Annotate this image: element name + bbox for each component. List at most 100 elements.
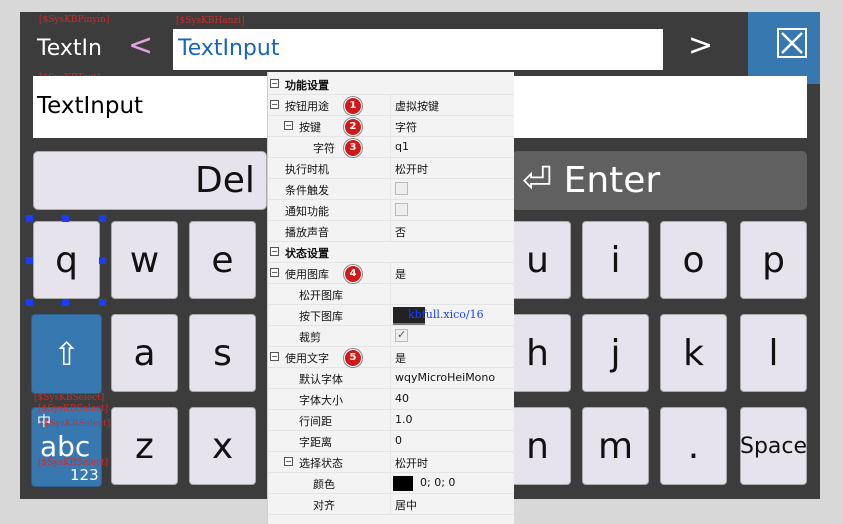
pinyin-label: TextIn [37, 36, 102, 61]
selection-handle[interactable] [99, 215, 106, 222]
collapse-toggle-icon[interactable]: − [270, 79, 279, 88]
key-q[interactable]: q [33, 221, 100, 299]
tag-select: [$SysKBSelect] [38, 458, 109, 468]
property-label: 颜色 [313, 478, 335, 491]
property-value[interactable]: 居中 [395, 497, 417, 513]
selection-handle[interactable] [26, 215, 33, 222]
key-x[interactable]: x [189, 407, 256, 485]
property-row[interactable]: 执行时机 松开时 [268, 158, 514, 179]
property-row[interactable]: − 按键 2 字符 [268, 116, 514, 137]
property-checkbox[interactable] [395, 182, 408, 195]
property-row[interactable]: 播放声音 否 [268, 221, 514, 242]
key-l[interactable]: l [740, 314, 807, 392]
collapse-toggle-icon[interactable]: − [284, 457, 293, 466]
property-row[interactable]: − 使用文字 5 是 [268, 347, 514, 368]
selection-handle[interactable] [62, 299, 69, 306]
property-row[interactable]: 裁剪 [268, 326, 514, 347]
key-z[interactable]: z [111, 407, 178, 485]
property-label: 通知功能 [285, 205, 329, 218]
tag-select: [$SysKBSelect] [40, 419, 111, 429]
collapse-toggle-icon[interactable]: − [284, 121, 293, 130]
property-row[interactable]: − 按钮用途 1 虚拟按键 [268, 95, 514, 116]
property-value[interactable]: 0 [395, 434, 402, 447]
property-row[interactable]: 通知功能 [268, 200, 514, 221]
collapse-toggle-icon[interactable]: − [270, 247, 279, 256]
property-row[interactable]: 字体大小 40 [268, 389, 514, 410]
property-row[interactable]: 松开图库 [268, 284, 514, 305]
key-i[interactable]: i [582, 221, 649, 299]
collapse-toggle-icon[interactable]: − [270, 268, 279, 277]
color-swatch[interactable] [393, 476, 413, 491]
selection-handle[interactable] [99, 257, 106, 264]
selection-handle[interactable] [26, 257, 33, 264]
column-divider [390, 347, 391, 367]
selection-handle[interactable] [99, 299, 106, 306]
key-o[interactable]: o [660, 221, 727, 299]
column-divider [390, 158, 391, 178]
key-j[interactable]: j [582, 314, 649, 392]
property-row[interactable]: 行间距 1.0 [268, 410, 514, 431]
property-row[interactable]: 按下图库 kbfull.xico/16 [268, 305, 514, 326]
property-label: 执行时机 [285, 163, 329, 176]
key-space[interactable]: Space [740, 407, 807, 485]
property-label: 字符 [313, 142, 335, 155]
property-row[interactable]: − 使用图库 4 是 [268, 263, 514, 284]
column-divider [390, 326, 391, 346]
column-divider [390, 179, 391, 199]
column-divider [390, 221, 391, 241]
property-value[interactable]: 是 [395, 266, 406, 282]
panel-section-header[interactable]: − 状态设置 [268, 242, 514, 263]
column-divider [390, 95, 391, 115]
key-w[interactable]: w [111, 221, 178, 299]
property-value[interactable]: 字符 [395, 119, 417, 135]
key-h[interactable]: h [504, 314, 571, 392]
property-row[interactable]: 字符 3 q1 [268, 137, 514, 158]
key-n[interactable]: n [504, 407, 571, 485]
close-icon[interactable] [777, 28, 807, 58]
key-a[interactable]: a [111, 314, 178, 392]
display-text: TextInput [37, 93, 144, 119]
key-p[interactable]: p [740, 221, 807, 299]
property-value[interactable]: 否 [395, 224, 406, 240]
tag-select: [$SysKBSelect] [34, 393, 105, 403]
key-s[interactable]: s [189, 314, 256, 392]
next-candidates-button[interactable]: > [688, 28, 713, 63]
shift-key[interactable]: ⇧ [31, 314, 102, 394]
property-value[interactable]: wqyMicroHeiMono [395, 371, 495, 384]
key-k[interactable]: k [660, 314, 727, 392]
prev-candidates-button[interactable]: < [128, 28, 153, 63]
column-divider [390, 137, 391, 157]
column-divider [390, 263, 391, 283]
property-row[interactable]: 默认字体 wqyMicroHeiMono [268, 368, 514, 389]
property-value[interactable]: 松开时 [395, 455, 428, 471]
property-row[interactable]: − 选择状态 松开时 [268, 452, 514, 473]
tag-select: [$SysKBSelect] [38, 404, 109, 414]
property-value[interactable]: 0; 0; 0 [420, 476, 455, 489]
collapse-toggle-icon[interactable]: − [270, 100, 279, 109]
key-period[interactable]: . [660, 407, 727, 485]
property-value[interactable]: 1.0 [395, 413, 413, 426]
property-checkbox[interactable] [395, 203, 408, 216]
property-label: 按键 [299, 121, 321, 134]
property-row[interactable]: 字距离 0 [268, 431, 514, 452]
property-value[interactable]: kbfull.xico/16 [408, 308, 484, 321]
key-m[interactable]: m [582, 407, 649, 485]
property-value[interactable]: 是 [395, 350, 406, 366]
selection-handle[interactable] [62, 215, 69, 222]
property-value[interactable]: q1 [395, 140, 409, 153]
property-value[interactable]: 虚拟按键 [395, 98, 439, 114]
property-row[interactable]: 条件触发 [268, 179, 514, 200]
property-value[interactable]: 松开时 [395, 161, 428, 177]
property-row[interactable]: 对齐 居中 [268, 494, 514, 515]
property-row[interactable]: 颜色 0; 0; 0 [268, 473, 514, 494]
property-label: 按钮用途 [285, 100, 329, 113]
candidate-input-box[interactable]: TextInput [173, 29, 663, 70]
panel-section-header[interactable]: − 功能设置 [268, 74, 514, 95]
property-checkbox[interactable] [395, 328, 408, 342]
key-u[interactable]: u [504, 221, 571, 299]
property-value[interactable]: 40 [395, 392, 409, 405]
selection-handle[interactable] [26, 299, 33, 306]
collapse-toggle-icon[interactable]: − [270, 352, 279, 361]
key-e[interactable]: e [189, 221, 256, 299]
property-label: 使用图库 [285, 268, 329, 281]
